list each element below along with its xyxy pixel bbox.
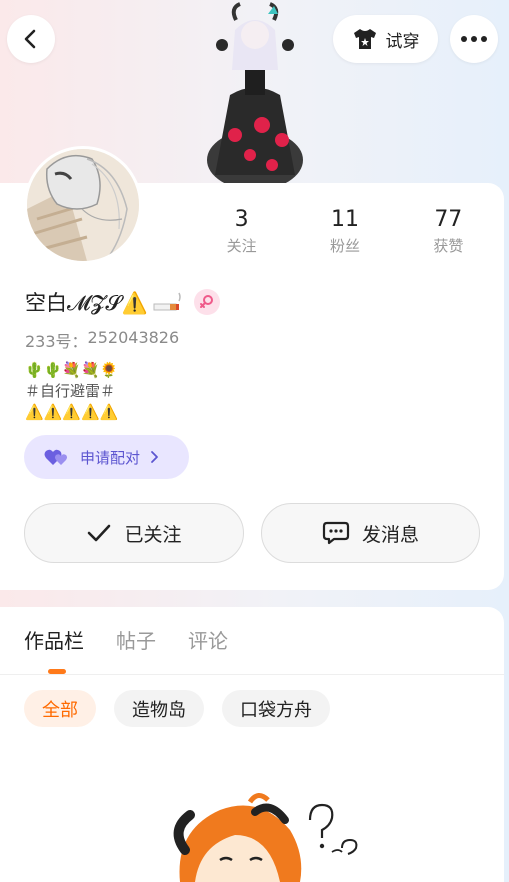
stats-row: 3 关注 11 粉丝 77 获赞 xyxy=(190,205,500,257)
double-heart-icon xyxy=(44,449,67,465)
chevron-right-icon xyxy=(151,451,158,463)
chip-pocket-ark[interactable]: 口袋方舟 xyxy=(222,690,330,727)
gender-badge xyxy=(193,289,220,315)
cigarette-icon xyxy=(153,292,181,311)
try-on-button[interactable]: 试穿 xyxy=(333,15,438,63)
female-icon xyxy=(199,295,213,308)
check-icon xyxy=(88,524,111,542)
bio: 🌵🌵💐💐🌻 ＃自行避雷＃ ⚠️⚠️⚠️⚠️⚠️ xyxy=(25,360,118,423)
empty-state-mascot-image xyxy=(173,793,358,882)
divider xyxy=(0,674,504,675)
followed-button[interactable]: 已关注 xyxy=(24,503,244,563)
more-icon xyxy=(461,36,487,42)
stat-value: 3 xyxy=(234,207,249,232)
username: 空白𝓜𝓩𝓢⚠️ xyxy=(25,291,148,315)
uid-row: 233号： 252043826 xyxy=(25,328,179,352)
apply-pair-button[interactable]: 申请配对 xyxy=(24,435,189,479)
more-button[interactable] xyxy=(450,15,498,63)
back-button[interactable] xyxy=(7,15,55,63)
avatar-image xyxy=(27,149,139,261)
send-message-label: 发消息 xyxy=(361,523,419,546)
tshirt-icon xyxy=(353,29,376,49)
stat-label: 获赞 xyxy=(433,237,464,255)
tab-works[interactable]: 作品栏 xyxy=(24,626,84,656)
tab-bar: 作品栏 帖子 评论 xyxy=(24,626,228,656)
bio-line: ＃自行避雷＃ xyxy=(25,382,116,400)
chevron-left-icon xyxy=(24,29,36,49)
stat-value: 77 xyxy=(434,207,463,232)
stat-likes[interactable]: 77 获赞 xyxy=(397,205,500,257)
apply-pair-label: 申请配对 xyxy=(80,448,141,467)
bio-line: ⚠️⚠️⚠️⚠️⚠️ xyxy=(25,403,119,421)
stat-fans[interactable]: 11 粉丝 xyxy=(293,205,396,257)
uid-value: 252043826 xyxy=(87,328,180,347)
send-message-button[interactable]: 发消息 xyxy=(261,503,480,563)
chip-all[interactable]: 全部 xyxy=(24,690,96,727)
chat-bubble-icon xyxy=(322,521,350,545)
uid-label: 233号： xyxy=(25,332,88,351)
filter-chips: 全部 造物岛 口袋方舟 xyxy=(24,690,330,727)
tab-comments[interactable]: 评论 xyxy=(188,626,228,656)
try-on-label: 试穿 xyxy=(385,31,420,52)
stat-following[interactable]: 3 关注 xyxy=(190,205,293,257)
username-row: 空白𝓜𝓩𝓢⚠️ xyxy=(25,286,220,318)
followed-label: 已关注 xyxy=(124,523,182,546)
bio-line: 🌵🌵💐💐🌻 xyxy=(25,361,119,379)
tab-posts[interactable]: 帖子 xyxy=(116,626,156,656)
stat-label: 粉丝 xyxy=(329,237,360,255)
avatar-character-image xyxy=(207,2,303,185)
chip-creation-island[interactable]: 造物岛 xyxy=(114,690,204,727)
stat-label: 关注 xyxy=(226,237,257,255)
stat-value: 11 xyxy=(330,207,359,232)
avatar[interactable] xyxy=(24,146,142,264)
